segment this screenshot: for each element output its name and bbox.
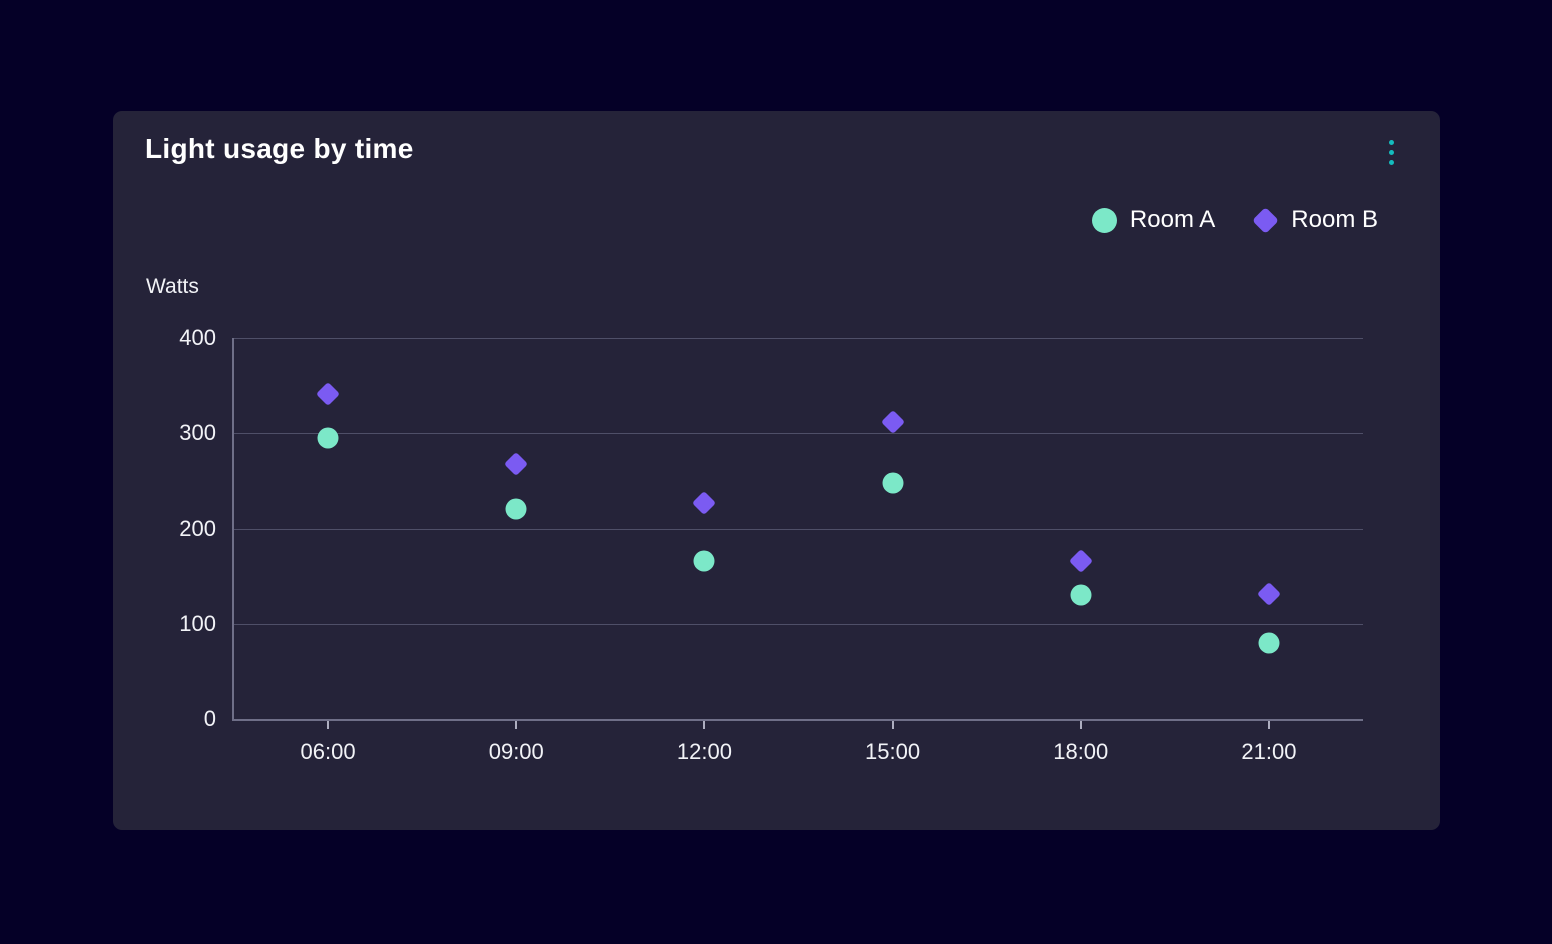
point-room-b-21:00[interactable] — [1257, 582, 1281, 606]
legend: Room A Room B — [1092, 206, 1378, 234]
room-a-circle-marker-icon — [1092, 208, 1117, 233]
kebab-dot — [1389, 160, 1394, 165]
point-room-a-18:00[interactable] — [1070, 585, 1091, 606]
light-usage-card: Light usage by time Room A Room B Watts … — [113, 111, 1440, 830]
x-tick-label-18:00: 18:00 — [1053, 739, 1108, 765]
legend-item-room-a[interactable]: Room A — [1092, 206, 1215, 234]
point-room-b-12:00[interactable] — [692, 491, 716, 515]
point-room-b-18:00[interactable] — [1069, 549, 1093, 573]
point-room-a-09:00[interactable] — [506, 499, 527, 520]
y-tick-label-200: 200 — [179, 516, 216, 542]
point-room-a-21:00[interactable] — [1258, 632, 1279, 653]
y-axis-unit-label: Watts — [146, 275, 199, 299]
x-tick-mark-21:00 — [1268, 721, 1270, 729]
x-tick-label-15:00: 15:00 — [865, 739, 920, 765]
x-tick-mark-12:00 — [703, 721, 705, 729]
x-tick-label-09:00: 09:00 — [489, 739, 544, 765]
x-tick-label-21:00: 21:00 — [1241, 739, 1296, 765]
y-tick-label-100: 100 — [179, 611, 216, 637]
legend-item-room-b[interactable]: Room B — [1253, 206, 1378, 234]
kebab-dot — [1389, 140, 1394, 145]
y-tick-label-0: 0 — [204, 706, 216, 732]
gridline-300 — [234, 433, 1363, 434]
kebab-menu-icon[interactable] — [1378, 131, 1404, 173]
y-tick-label-300: 300 — [179, 420, 216, 446]
x-tick-label-06:00: 06:00 — [301, 739, 356, 765]
kebab-dot — [1389, 150, 1394, 155]
point-room-a-15:00[interactable] — [882, 472, 903, 493]
point-room-b-09:00[interactable] — [504, 452, 528, 476]
x-tick-mark-18:00 — [1080, 721, 1082, 729]
gridline-400 — [234, 338, 1363, 339]
x-tick-mark-09:00 — [515, 721, 517, 729]
gridline-200 — [234, 529, 1363, 530]
point-room-b-06:00[interactable] — [316, 382, 340, 406]
room-b-diamond-marker-icon — [1252, 207, 1279, 234]
x-tick-label-12:00: 12:00 — [677, 739, 732, 765]
legend-label-room-b: Room B — [1291, 206, 1378, 234]
legend-label-room-a: Room A — [1130, 206, 1215, 234]
y-tick-label-400: 400 — [179, 325, 216, 351]
plot-area: 010020030040006:0009:0012:0015:0018:0021… — [232, 338, 1363, 721]
chart-title: Light usage by time — [145, 133, 414, 165]
x-tick-mark-06:00 — [327, 721, 329, 729]
x-tick-mark-15:00 — [892, 721, 894, 729]
point-room-b-15:00[interactable] — [881, 410, 905, 434]
point-room-a-06:00[interactable] — [318, 428, 339, 449]
gridline-100 — [234, 624, 1363, 625]
point-room-a-12:00[interactable] — [694, 550, 715, 571]
